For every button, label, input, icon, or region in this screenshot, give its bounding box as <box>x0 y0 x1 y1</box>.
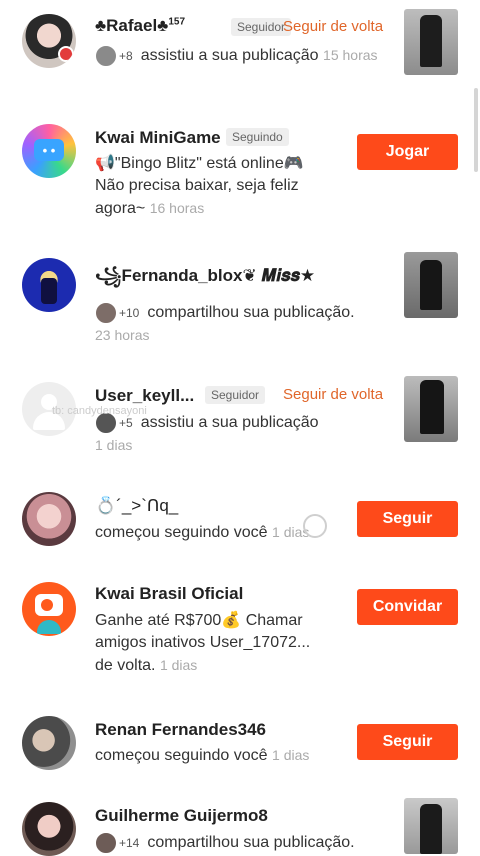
action-text: compartilhou sua publicação. <box>147 834 355 852</box>
mini-avatars: +14 <box>95 832 139 854</box>
user-name[interactable]: Kwai Brasil Oficial <box>95 584 243 604</box>
notification-text: +5 assistiu a sua publicação 1 dias <box>95 412 385 456</box>
message-line: Não precisa baixar, seja feliz <box>95 177 299 194</box>
timestamp: 1 dias <box>272 747 310 763</box>
figure-shape <box>420 260 442 310</box>
relationship-chip: Seguidor <box>205 386 266 404</box>
name-superscript: 157 <box>168 16 186 28</box>
notification-item[interactable]: Guilherme Guijermo8 +14 compartilhou sua … <box>0 796 480 856</box>
extra-count: +14 <box>119 836 140 850</box>
loading-spinner-icon <box>303 514 327 538</box>
message-line: agora~ <box>95 200 146 217</box>
notification-item[interactable]: Kwai Brasil Oficial Ganhe até R$700💰 Cha… <box>0 578 480 688</box>
notification-text: 📢"Bingo Blitz" está online🎮 Não precisa … <box>95 153 345 220</box>
avatar[interactable] <box>22 802 76 856</box>
user-name[interactable]: Kwai MiniGame <box>95 128 221 148</box>
extra-count: +10 <box>119 306 140 320</box>
mini-avatar <box>95 832 117 854</box>
message-line: de volta. <box>95 657 156 674</box>
user-name[interactable]: 💍´_>`ᑎq_ <box>95 496 178 516</box>
follow-back-link[interactable]: Seguir de volta <box>283 386 383 403</box>
gamepad-icon: • • <box>34 139 64 161</box>
post-thumbnail[interactable] <box>404 798 458 854</box>
avatar[interactable] <box>22 582 76 636</box>
avatar[interactable] <box>22 716 76 770</box>
action-text: assistiu a sua publicação <box>140 47 319 64</box>
watermark: tb: candydensayoni <box>52 405 147 417</box>
action-text: começou seguindo você <box>95 524 268 541</box>
mini-avatar <box>95 44 117 67</box>
action-text: compartilhou sua publicação. <box>147 304 355 322</box>
notification-text: +14 compartilhou sua publicação. <box>95 832 395 854</box>
invite-button[interactable]: Convidar <box>357 589 458 625</box>
mini-avatars: +8 <box>95 44 133 67</box>
timestamp: 15 horas <box>323 47 378 63</box>
follow-back-link[interactable]: Seguir de volta <box>283 18 383 35</box>
figure-shape <box>420 380 444 434</box>
avatar[interactable] <box>22 14 76 68</box>
user-name[interactable]: Renan Fernandes346 <box>95 720 266 740</box>
action-text: começou seguindo você <box>95 747 268 764</box>
message-line: Ganhe até R$700💰 Chamar <box>95 612 303 629</box>
figure-shape <box>41 278 57 304</box>
mini-avatar <box>95 302 117 324</box>
timestamp: 16 horas <box>149 200 205 216</box>
play-button[interactable]: Jogar <box>357 134 458 170</box>
notification-text: +8 assistiu a sua publicação 15 horas <box>95 44 385 67</box>
notification-text: começou seguindo você 1 dias <box>95 744 345 767</box>
notification-item[interactable]: • • Kwai MiniGame Seguindo 📢"Bingo Blitz… <box>0 112 480 232</box>
post-thumbnail[interactable] <box>404 252 458 318</box>
avatar[interactable] <box>22 492 76 546</box>
figure-shape <box>420 804 442 854</box>
notification-item[interactable]: ꧁Fernanda_blox❦ 𝑴𝒊𝒔𝒔★ +10 compartilhou su… <box>0 248 480 358</box>
badge-icon <box>58 46 74 62</box>
notification-item[interactable]: Renan Fernandes346 começou seguindo você… <box>0 712 480 792</box>
mascot-icon <box>37 620 61 634</box>
notification-item[interactable]: 💍´_>`ᑎq_ começou seguindo você 1 dias Se… <box>0 488 480 568</box>
avatar[interactable]: • • <box>22 124 76 178</box>
timestamp: 23 horas <box>95 327 150 344</box>
figure-shape <box>420 15 442 67</box>
notification-item[interactable]: User_keyll... Seguidor Seguir de volta +… <box>0 370 480 470</box>
message-line: amigos inativos User_17072... <box>95 634 311 651</box>
message-line: 📢"Bingo Blitz" está online🎮 <box>95 155 304 172</box>
relationship-chip: Seguindo <box>226 128 289 146</box>
post-thumbnail[interactable] <box>404 9 458 75</box>
avatar[interactable] <box>22 258 76 312</box>
follow-button[interactable]: Seguir <box>357 724 458 760</box>
extra-count: +8 <box>119 48 133 63</box>
notification-text: +10 compartilhou sua publicação. 23 horas <box>95 302 395 346</box>
timestamp: 1 dias <box>159 657 198 673</box>
action-text: assistiu a sua publicação <box>140 414 319 432</box>
follow-button[interactable]: Seguir <box>357 501 458 537</box>
timestamp: 1 dias <box>95 437 133 454</box>
post-thumbnail[interactable] <box>404 376 458 442</box>
mini-avatars: +10 <box>95 302 139 324</box>
notification-item[interactable]: ♣Rafael♣157 Seguidor Seguir de volta +8 a… <box>0 0 480 90</box>
notification-text: Ganhe até R$700💰 Chamar amigos inativos … <box>95 610 345 677</box>
user-name[interactable]: Guilherme Guijermo8 <box>95 806 268 826</box>
scrollbar[interactable] <box>474 88 478 172</box>
user-name[interactable]: User_keyll... <box>95 386 194 406</box>
user-name[interactable]: ♣Rafael♣157 <box>95 16 185 36</box>
user-name[interactable]: ꧁Fernanda_blox❦ 𝑴𝒊𝒔𝒔★ <box>95 262 315 297</box>
